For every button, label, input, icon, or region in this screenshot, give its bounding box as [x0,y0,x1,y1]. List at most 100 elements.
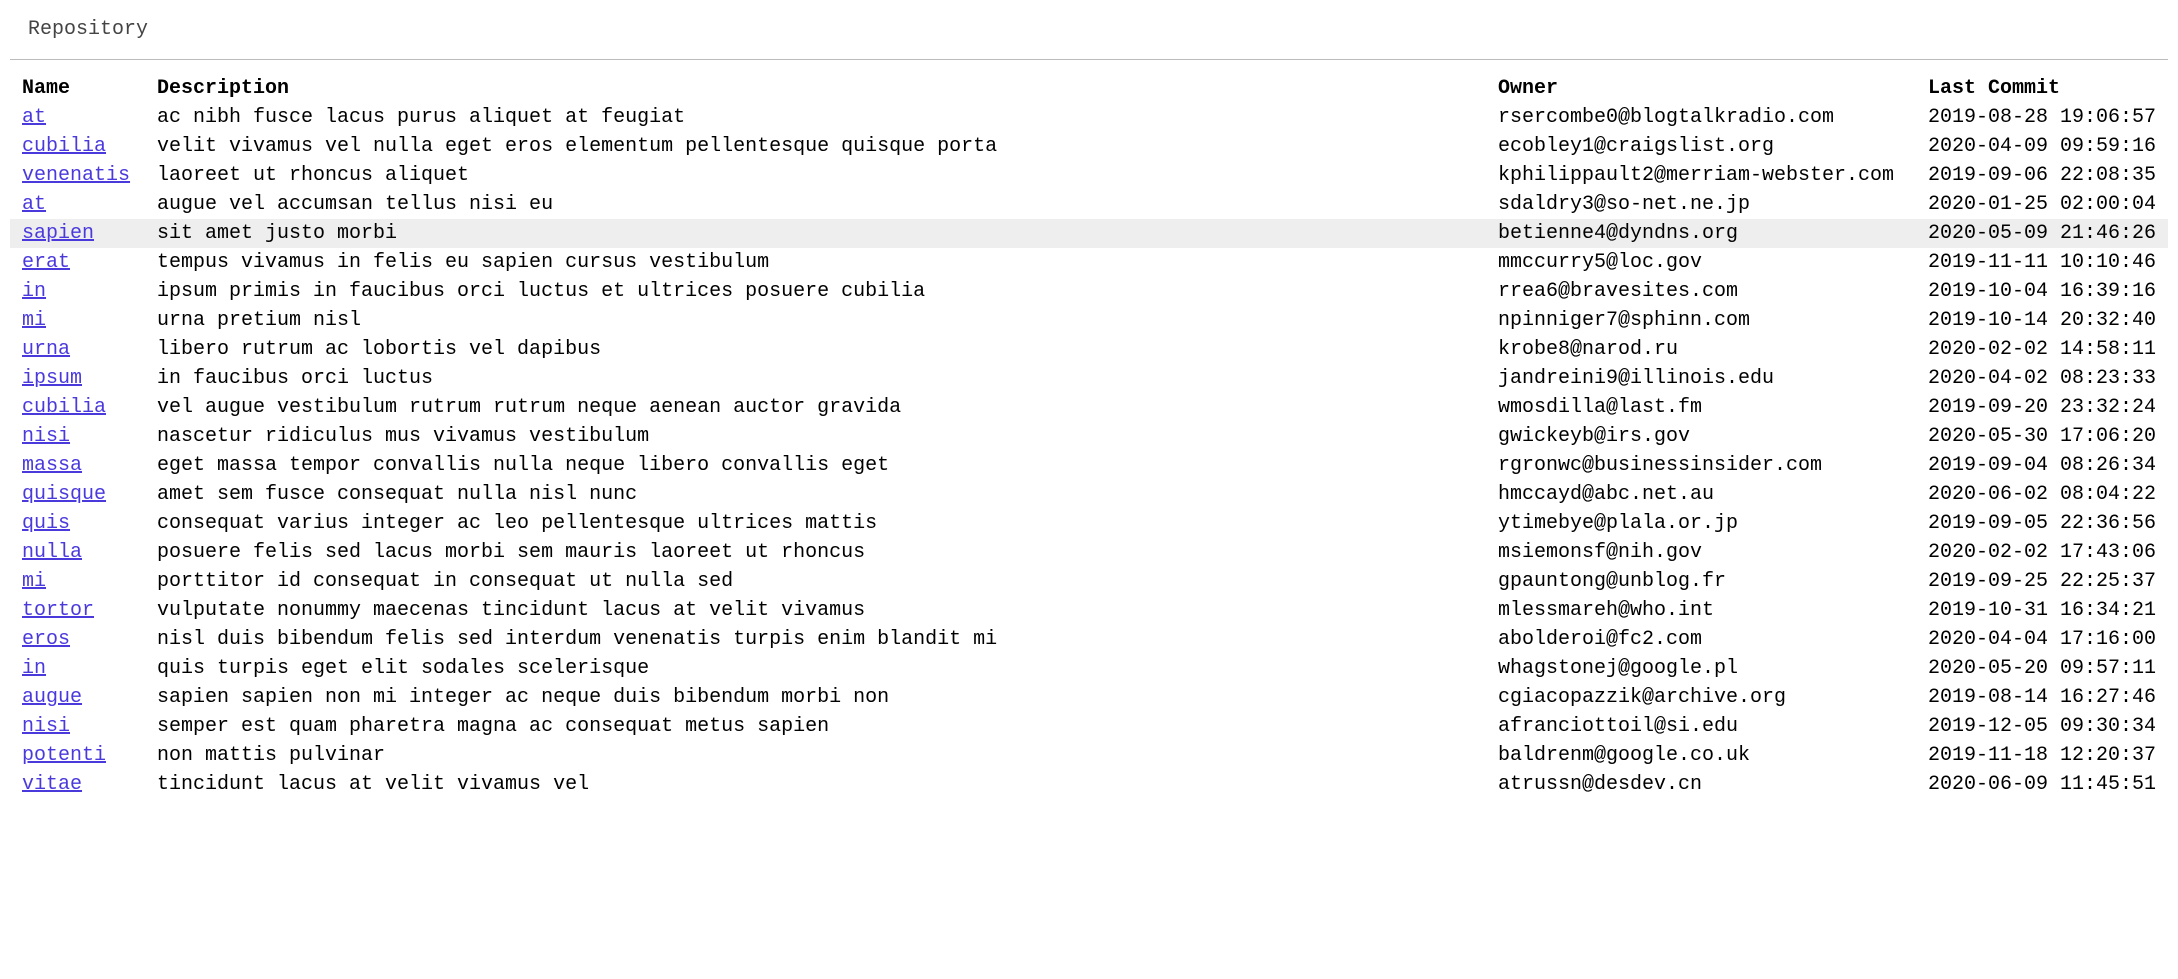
table-row[interactable]: vitaetincidunt lacus at velit vivamus ve… [10,770,2168,799]
cell-description: sit amet justo morbi [145,219,1486,248]
table-row[interactable]: massaeget massa tempor convallis nulla n… [10,451,2168,480]
table-row[interactable]: in ipsum primis in faucibus orci luctus e… [10,277,2168,306]
cell-description: ac nibh fusce lacus purus aliquet at feu… [145,103,1486,132]
cell-description: laoreet ut rhoncus aliquet [145,161,1486,190]
cell-owner: cgiacopazzik@archive.org [1486,683,1916,712]
repo-link[interactable]: nisi [22,715,70,738]
column-header-last-commit[interactable]: Last Commit [1916,74,2168,103]
table-row[interactable]: cubilia vel augue vestibulum rutrum rutru… [10,393,2168,422]
cell-last-commit: 2020-05-30 17:06:20 [1916,422,2168,451]
cell-name: nulla [10,538,145,567]
cell-last-commit: 2019-11-18 12:20:37 [1916,741,2168,770]
table-row[interactable]: at ac nibh fusce lacus purus aliquet at f… [10,103,2168,132]
table-header-row: Name Description Owner Last Commit [10,74,2168,103]
repo-link[interactable]: sapien [22,222,94,245]
cell-description: non mattis pulvinar [145,741,1486,770]
repo-link[interactable]: nisi [22,425,70,448]
cell-owner: npinniger7@sphinn.com [1486,306,1916,335]
repo-link[interactable]: at [22,106,46,129]
table-row[interactable]: potentinon mattis pulvinarbaldrenm@googl… [10,741,2168,770]
column-header-name[interactable]: Name [10,74,145,103]
cell-name: cubilia [10,393,145,422]
cell-owner: ecobley1@craigslist.org [1486,132,1916,161]
repo-link[interactable]: in [22,280,46,303]
cell-last-commit: 2020-05-20 09:57:11 [1916,654,2168,683]
cell-last-commit: 2019-09-06 22:08:35 [1916,161,2168,190]
cell-name: massa [10,451,145,480]
table-row[interactable]: nisi nascetur ridiculus mus vivamus vesti… [10,422,2168,451]
cell-owner: hmccayd@abc.net.au [1486,480,1916,509]
cell-last-commit: 2020-05-09 21:46:26 [1916,219,2168,248]
repo-link[interactable]: vitae [22,773,82,796]
cell-last-commit: 2019-09-25 22:25:37 [1916,567,2168,596]
cell-description: semper est quam pharetra magna ac conseq… [145,712,1486,741]
cell-description: in faucibus orci luctus [145,364,1486,393]
table-row[interactable]: ipsumin faucibus orci luctusjandreini9@i… [10,364,2168,393]
table-row[interactable]: venenatis laoreet ut rhoncus aliquetkphil… [10,161,2168,190]
cell-last-commit: 2020-06-09 11:45:51 [1916,770,2168,799]
cell-name: mi [10,306,145,335]
cell-owner: whagstonej@google.pl [1486,654,1916,683]
repo-link[interactable]: quisque [22,483,106,506]
cell-owner: mlessmareh@who.int [1486,596,1916,625]
cell-description: consequat varius integer ac leo pellente… [145,509,1486,538]
repo-link[interactable]: at [22,193,46,216]
repo-link[interactable]: cubilia [22,396,106,419]
cell-last-commit: 2019-09-04 08:26:34 [1916,451,2168,480]
cell-owner: kphilippault2@merriam-webster.com [1486,161,1916,190]
cell-owner: afranciottoil@si.edu [1486,712,1916,741]
cell-name: at [10,103,145,132]
cell-last-commit: 2019-10-31 16:34:21 [1916,596,2168,625]
table-row[interactable]: nulla posuere felis sed lacus morbi sem m… [10,538,2168,567]
cell-description: posuere felis sed lacus morbi sem mauris… [145,538,1486,567]
column-header-owner[interactable]: Owner [1486,74,1916,103]
table-row[interactable]: miporttitor id consequat in consequat ut… [10,567,2168,596]
repo-link[interactable]: tortor [22,599,94,622]
cell-description: velit vivamus vel nulla eget eros elemen… [145,132,1486,161]
repo-link[interactable]: quis [22,512,70,535]
table-row[interactable]: cubilia velit vivamus vel nulla eget eros… [10,132,2168,161]
repo-link[interactable]: eros [22,628,70,651]
cell-last-commit: 2019-10-14 20:32:40 [1916,306,2168,335]
table-row[interactable]: erat tempus vivamus in felis eu sapien cu… [10,248,2168,277]
cell-name: in [10,654,145,683]
cell-description: tempus vivamus in felis eu sapien cursus… [145,248,1486,277]
cell-name: at [10,190,145,219]
table-row[interactable]: auguesapien sapien non mi integer ac neq… [10,683,2168,712]
repo-link[interactable]: cubilia [22,135,106,158]
repo-link[interactable]: mi [22,570,46,593]
column-header-description[interactable]: Description [145,74,1486,103]
cell-description: ipsum primis in faucibus orci luctus et … [145,277,1486,306]
repo-link[interactable]: ipsum [22,367,82,390]
cell-description: nascetur ridiculus mus vivamus vestibulu… [145,422,1486,451]
table-row[interactable]: quis consequat varius integer ac leo pell… [10,509,2168,538]
repo-link[interactable]: augue [22,686,82,709]
repo-link[interactable]: nulla [22,541,82,564]
repo-link[interactable]: potenti [22,744,106,767]
cell-last-commit: 2020-01-25 02:00:04 [1916,190,2168,219]
cell-last-commit: 2019-09-20 23:32:24 [1916,393,2168,422]
cell-name: augue [10,683,145,712]
table-row[interactable]: inquis turpis eget elit sodales sceleris… [10,654,2168,683]
cell-last-commit: 2020-06-02 08:04:22 [1916,480,2168,509]
repo-link[interactable]: in [22,657,46,680]
repo-link[interactable]: mi [22,309,46,332]
table-row[interactable]: tortorvulputate nonummy maecenas tincidu… [10,596,2168,625]
cell-owner: atrussn@desdev.cn [1486,770,1916,799]
cell-owner: sdaldry3@so-net.ne.jp [1486,190,1916,219]
table-row[interactable]: nisi semper est quam pharetra magna ac co… [10,712,2168,741]
repo-link[interactable]: erat [22,251,70,274]
cell-name: venenatis [10,161,145,190]
table-row[interactable]: sapiensit amet justo morbibetienne4@dynd… [10,219,2168,248]
cell-name: tortor [10,596,145,625]
table-row[interactable]: quisqueamet sem fusce consequat nulla ni… [10,480,2168,509]
repo-link[interactable]: massa [22,454,82,477]
table-row[interactable]: erosnisl duis bibendum felis sed interdu… [10,625,2168,654]
table-row[interactable]: ataugue vel accumsan tellus nisi eusdald… [10,190,2168,219]
cell-description: vel augue vestibulum rutrum rutrum neque… [145,393,1486,422]
repo-link[interactable]: venenatis [22,164,130,187]
table-row[interactable]: miurna pretium nislnpinniger7@sphinn.com… [10,306,2168,335]
table-row[interactable]: urnalibero rutrum ac lobortis vel dapibu… [10,335,2168,364]
cell-last-commit: 2019-12-05 09:30:34 [1916,712,2168,741]
repo-link[interactable]: urna [22,338,70,361]
